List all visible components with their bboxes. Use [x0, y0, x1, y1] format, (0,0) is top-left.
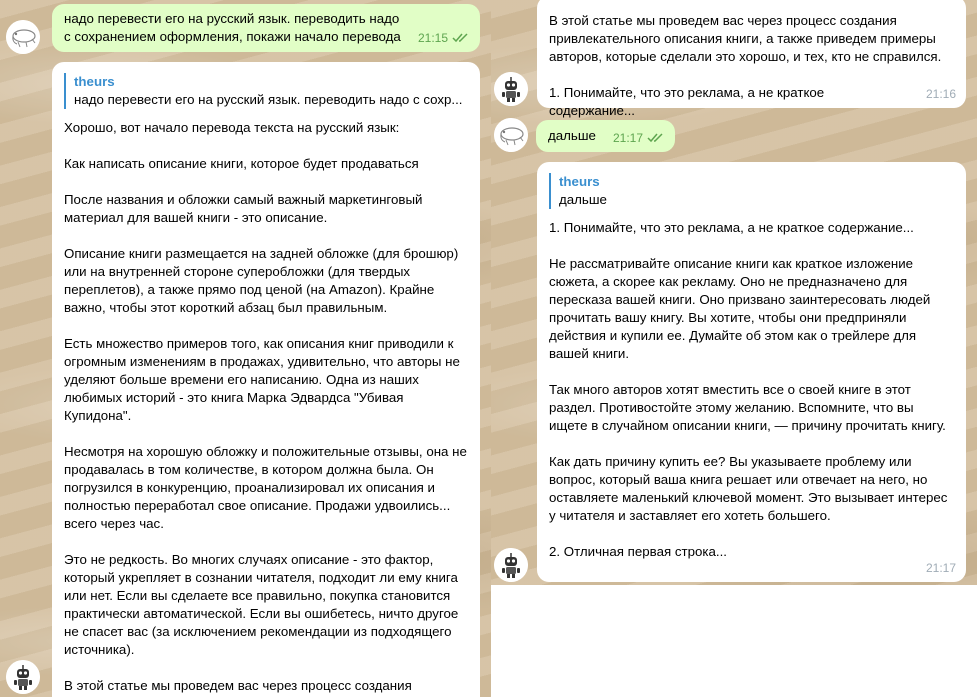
paragraph: Не рассматривайте описание книги как кра… [549, 256, 931, 361]
user-avatar-icon[interactable] [494, 118, 528, 152]
paragraph: Это не редкость. Во многих случаях описа… [64, 552, 459, 657]
reply-quote[interactable]: theurs дальше [549, 173, 954, 209]
incoming-message[interactable]: theurs надо перевести его на русский язы… [52, 62, 480, 697]
message-meta: 21:16 [926, 85, 956, 103]
robot-avatar-icon[interactable] [494, 548, 528, 582]
paragraph: Как написать описание книги, которое буд… [64, 156, 419, 171]
reply-quote[interactable]: theurs надо перевести его на русский язы… [64, 73, 468, 109]
chat-pane-left[interactable]: надо перевести его на русский язык. пере… [0, 0, 491, 697]
double-check-icon [452, 33, 468, 43]
user-avatar-icon[interactable] [6, 20, 40, 54]
paragraph: Хорошо, вот начало перевода текста на ру… [64, 120, 400, 135]
message-meta: 21:17 [926, 559, 956, 577]
paragraph: Есть множество примеров того, как описан… [64, 336, 460, 423]
incoming-message[interactable]: В этой статье мы проведем вас через проц… [537, 0, 966, 118]
double-check-icon [647, 133, 663, 143]
robot-avatar-icon[interactable] [6, 660, 40, 694]
paragraph: 2. Отличная первая строка... [549, 544, 727, 559]
message-text: надо перевести его на русский язык. пере… [64, 11, 401, 44]
paragraph: Несмотря на хорошую обложку и положитель… [64, 444, 467, 531]
message-meta: 21:15 [418, 29, 470, 47]
reply-author: theurs [559, 174, 600, 189]
message-meta: 21:17 [613, 129, 665, 147]
paragraph: Так много авторов хотят вместить все о с… [549, 382, 946, 433]
paragraph: После названия и обложки самый важный ма… [64, 192, 423, 225]
message-time: 21:16 [925, 87, 956, 101]
message-time: 21:17 [925, 561, 956, 575]
paragraph: 1. Понимайте, что это реклама, а не крат… [549, 85, 825, 118]
blank-area [491, 585, 977, 697]
outgoing-message[interactable]: надо перевести его на русский язык. пере… [52, 4, 480, 52]
message-time: 21:15 [417, 31, 448, 45]
reply-author: theurs [74, 74, 115, 89]
reply-text: надо перевести его на русский язык. пере… [74, 92, 463, 107]
message-text: дальше [548, 128, 596, 143]
paragraph: Описание книги размещается на задней обл… [64, 246, 459, 315]
reply-text: дальше [559, 192, 607, 207]
incoming-message[interactable]: theurs дальше 1. Понимайте, что это рекл… [537, 162, 966, 582]
paragraph: В этой статье мы проведем вас через проц… [64, 678, 412, 693]
message-time: 21:17 [612, 131, 643, 145]
robot-avatar-icon[interactable] [494, 72, 528, 106]
paragraph: В этой статье мы проведем вас через проц… [549, 13, 942, 64]
paragraph: Как дать причину купить ее? Вы указывает… [549, 454, 948, 523]
paragraph: 1. Понимайте, что это реклама, а не крат… [549, 220, 914, 235]
outgoing-message[interactable]: дальше 21:17 [536, 120, 675, 152]
